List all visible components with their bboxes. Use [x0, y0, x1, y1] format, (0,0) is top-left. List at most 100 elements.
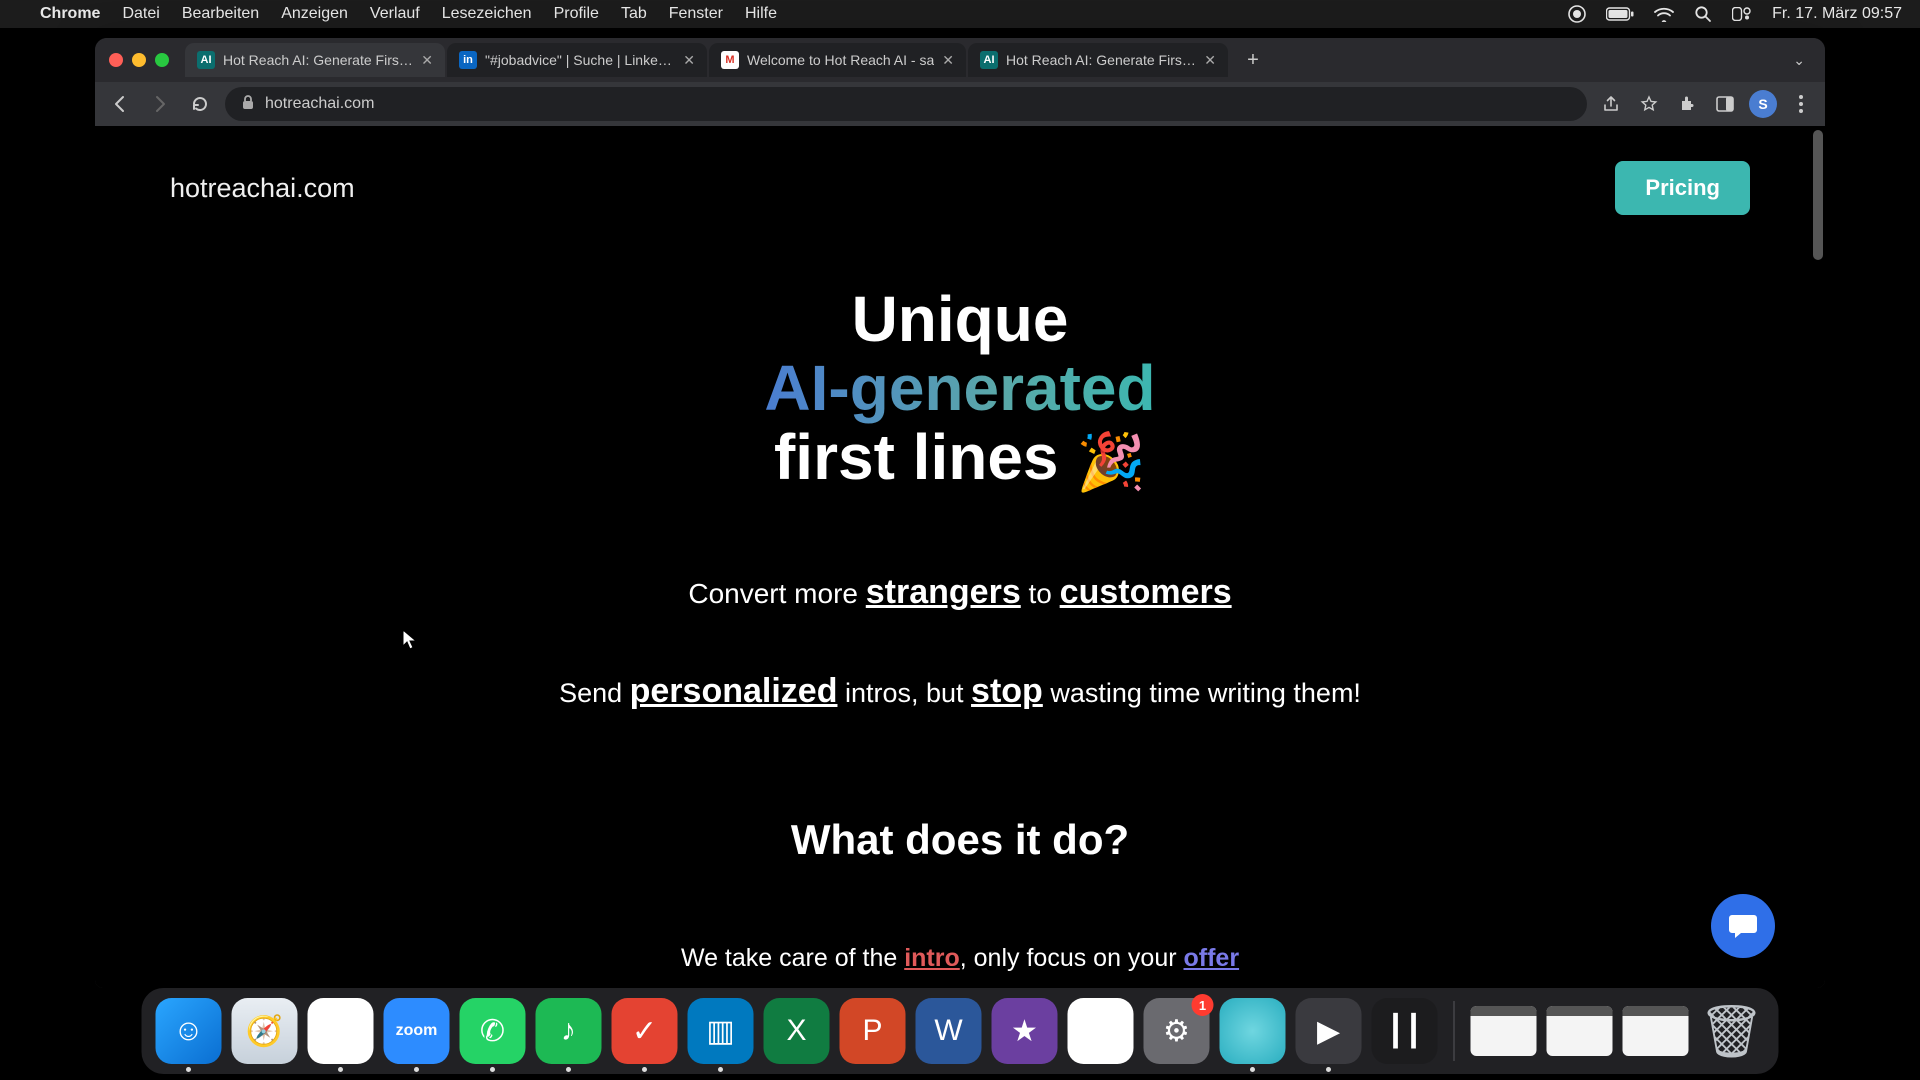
text-fragment: intros, but [837, 678, 971, 708]
pricing-button[interactable]: Pricing [1615, 161, 1750, 215]
text-fragment: Convert more [688, 578, 865, 609]
link-intro[interactable]: intro [904, 944, 960, 972]
menu-fenster[interactable]: Fenster [669, 5, 723, 23]
dock-app-excel[interactable]: X [764, 998, 830, 1064]
reload-button[interactable] [185, 89, 215, 119]
dock-app-spotify[interactable]: ♪ [536, 998, 602, 1064]
menu-anzeigen[interactable]: Anzeigen [281, 5, 348, 23]
site-header: hotreachai.com Pricing [95, 126, 1825, 215]
dock-app-word[interactable]: W [916, 998, 982, 1064]
tab-title: Hot Reach AI: Generate First L [223, 52, 413, 68]
tab-close-icon[interactable]: ✕ [421, 52, 433, 69]
dock-app-finder[interactable]: ☺ [156, 998, 222, 1064]
tab-list-chevron-icon[interactable]: ⌄ [1783, 52, 1815, 69]
dock-app-safari[interactable]: 🧭 [232, 998, 298, 1064]
wifi-icon[interactable] [1654, 7, 1674, 22]
dock-minimized-window[interactable] [1547, 1006, 1613, 1056]
tab-title: "#jobadvice" | Suche | LinkedIn [485, 52, 675, 68]
link-offer[interactable]: offer [1184, 944, 1240, 972]
site-logo[interactable]: hotreachai.com [170, 173, 355, 204]
window-controls [109, 53, 169, 67]
dock-app-trello[interactable]: ▥ [688, 998, 754, 1064]
page-content: hotreachai.com Pricing Unique AI-generat… [95, 126, 1825, 988]
new-tab-button[interactable]: + [1238, 45, 1268, 75]
dock-minimized-window[interactable] [1623, 1006, 1689, 1056]
menu-hilfe[interactable]: Hilfe [745, 5, 777, 23]
hero-line1: Unique [852, 283, 1069, 355]
tab-hotreach-1[interactable]: AI Hot Reach AI: Generate First L ✕ [185, 43, 445, 77]
emphasis-stop: stop [971, 672, 1043, 710]
dock-minimized-window[interactable] [1471, 1006, 1537, 1056]
dock-app-powerpoint[interactable]: P [840, 998, 906, 1064]
hero-subtext-1: Convert more strangers to customers [95, 573, 1825, 612]
section-heading: What does it do? [95, 816, 1825, 864]
menu-lesezeichen[interactable]: Lesezeichen [442, 5, 532, 23]
control-center-icon[interactable] [1732, 7, 1752, 21]
tab-linkedin[interactable]: in "#jobadvice" | Suche | LinkedIn ✕ [447, 43, 707, 77]
scrollbar-thumb[interactable] [1813, 130, 1823, 260]
text-fragment: Send [559, 678, 630, 708]
tab-close-icon[interactable]: ✕ [942, 52, 954, 69]
menubar-datetime[interactable]: Fr. 17. März 09:57 [1772, 5, 1902, 23]
favicon-icon: M [721, 51, 739, 69]
tab-hotreach-2[interactable]: AI Hot Reach AI: Generate First L ✕ [968, 43, 1228, 77]
menu-datei[interactable]: Datei [122, 5, 159, 23]
tab-close-icon[interactable]: ✕ [1204, 52, 1216, 69]
hero-heading: Unique AI-generated first lines 🎉 [95, 285, 1825, 493]
chat-widget-button[interactable] [1711, 894, 1775, 958]
chrome-window: AI Hot Reach AI: Generate First L ✕ in "… [95, 38, 1825, 988]
dock-trash[interactable]: 🗑 [1699, 998, 1765, 1064]
tab-title: Welcome to Hot Reach AI - sa [747, 52, 934, 68]
trash-icon: 🗑 [1699, 1001, 1765, 1062]
emphasis-strangers: strangers [866, 573, 1021, 611]
dock-app-chrome[interactable]: ◉ [308, 998, 374, 1064]
text-fragment: , only focus on your [960, 944, 1184, 972]
menu-verlauf[interactable]: Verlauf [370, 5, 420, 23]
dock-app-circle-app[interactable] [1220, 998, 1286, 1064]
tab-title: Hot Reach AI: Generate First L [1006, 52, 1196, 68]
dock-app-voice-memos[interactable]: ┃┃ [1372, 998, 1438, 1064]
menubar-app-name[interactable]: Chrome [40, 5, 100, 23]
spotlight-icon[interactable] [1694, 5, 1712, 23]
menu-tab[interactable]: Tab [621, 5, 647, 23]
dock-app-todoist[interactable]: ✓ [612, 998, 678, 1064]
chat-bubble-icon [1728, 912, 1758, 940]
address-bar-url: hotreachai.com [265, 95, 374, 113]
dock-separator [1454, 1001, 1455, 1061]
kebab-menu-icon[interactable] [1787, 90, 1815, 118]
dock-app-zoom[interactable]: zoom [384, 998, 450, 1064]
profile-avatar[interactable]: S [1749, 90, 1777, 118]
window-minimize-button[interactable] [132, 53, 146, 67]
party-popper-icon: 🎉 [1076, 430, 1146, 493]
section-paragraph: We take care of the intro, only focus on… [95, 944, 1825, 973]
favicon-icon: AI [197, 51, 215, 69]
lock-icon [241, 94, 255, 115]
back-button[interactable] [105, 89, 135, 119]
text-fragment: to [1021, 578, 1060, 609]
dock-app-quicktime[interactable]: ▶ [1296, 998, 1362, 1064]
dock-app-settings[interactable]: ⚙1 [1144, 998, 1210, 1064]
window-close-button[interactable] [109, 53, 123, 67]
hero-line3: first lines [774, 421, 1076, 493]
menu-profile[interactable]: Profile [554, 5, 599, 23]
window-zoom-button[interactable] [155, 53, 169, 67]
chrome-toolbar: hotreachai.com S [95, 82, 1825, 126]
macos-dock: ☺🧭◉zoom✆♪✓▥XPW★▲⚙1 ▶┃┃ 🗑 [142, 988, 1779, 1074]
emphasis-personalized: personalized [630, 672, 838, 710]
text-fragment: We take care of the [681, 944, 904, 972]
screen-record-icon[interactable] [1568, 5, 1586, 23]
share-icon[interactable] [1597, 90, 1625, 118]
tab-gmail[interactable]: M Welcome to Hot Reach AI - sa ✕ [709, 43, 966, 77]
sidepanel-icon[interactable] [1711, 90, 1739, 118]
dock-app-imovie[interactable]: ★ [992, 998, 1058, 1064]
dock-app-drive[interactable]: ▲ [1068, 998, 1134, 1064]
tab-close-icon[interactable]: ✕ [683, 52, 695, 69]
menu-bearbeiten[interactable]: Bearbeiten [182, 5, 259, 23]
bookmark-star-icon[interactable] [1635, 90, 1663, 118]
dock-app-whatsapp[interactable]: ✆ [460, 998, 526, 1064]
address-bar[interactable]: hotreachai.com [225, 87, 1587, 121]
hero-line2: AI-generated [764, 352, 1155, 424]
battery-icon[interactable] [1606, 7, 1634, 21]
extensions-icon[interactable] [1673, 90, 1701, 118]
forward-button[interactable] [145, 89, 175, 119]
